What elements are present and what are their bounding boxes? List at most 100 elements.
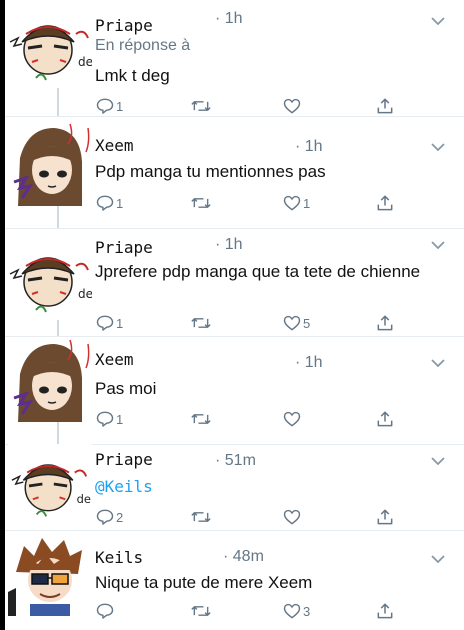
like-button[interactable]: 1 <box>282 192 310 214</box>
heart-icon <box>283 315 301 331</box>
svg-text:de: de <box>77 492 91 506</box>
avatar-image-priape: de <box>8 4 92 88</box>
avatar[interactable] <box>8 122 92 206</box>
reply-to-label: En réponse à <box>95 37 191 54</box>
tweet-time[interactable]: · 1h <box>215 236 243 254</box>
tweet[interactable]: Xeem · 1h Pdp manga tu mentionnes pas 1 … <box>5 116 464 229</box>
reply-count: 1 <box>116 411 124 427</box>
reply-count: 2 <box>116 509 124 525</box>
chevron-down-icon[interactable] <box>430 554 446 564</box>
tweet[interactable]: de Priape · 1h Jprefere pdp manga que ta… <box>5 228 464 337</box>
share-icon <box>377 411 393 427</box>
share-icon <box>377 98 393 114</box>
like-button[interactable]: 5 <box>282 312 310 334</box>
chevron-down-icon[interactable] <box>430 142 446 152</box>
retweet-button[interactable] <box>190 312 213 334</box>
like-count: 1 <box>303 195 311 211</box>
like-button[interactable] <box>282 95 303 117</box>
share-button[interactable] <box>375 95 395 117</box>
retweet-icon <box>191 606 211 616</box>
tweet-actions: 1 5 <box>95 312 395 334</box>
author-name[interactable]: Priape <box>95 238 153 257</box>
author-name[interactable]: Keils <box>95 548 143 567</box>
author-name[interactable]: Xeem <box>95 350 134 369</box>
reply-button[interactable]: 1 <box>95 192 123 214</box>
share-button[interactable] <box>375 600 395 622</box>
like-count: 5 <box>303 315 311 331</box>
author-name[interactable]: Xeem <box>95 136 134 155</box>
avatar-image-priape: de <box>10 444 91 524</box>
tweet-time[interactable]: · 1h <box>295 354 323 372</box>
share-button[interactable] <box>375 312 395 334</box>
tweet[interactable]: Xeem · 1h Pas moi 1 <box>5 336 464 445</box>
retweet-icon <box>191 198 211 208</box>
reply-button[interactable]: 1 <box>95 408 123 430</box>
tweet-actions: 1 <box>95 408 395 430</box>
avatar[interactable]: de <box>8 444 92 524</box>
retweet-icon <box>191 414 211 424</box>
share-icon <box>377 603 393 619</box>
retweet-icon <box>191 512 211 522</box>
avatar-image-xeem <box>8 338 92 422</box>
tweet-actions: 1 <box>95 95 395 117</box>
reply-button[interactable]: 1 <box>95 95 123 117</box>
tweet-text: Nique ta pute de mere Xeem <box>95 573 313 592</box>
tweet-text: Jprefere pdp manga que ta tete de chienn… <box>95 262 421 281</box>
author-name[interactable]: Priape <box>95 16 153 35</box>
reply-icon <box>96 98 114 114</box>
share-button[interactable] <box>375 192 395 214</box>
reply-icon <box>96 603 114 619</box>
share-icon <box>377 315 393 331</box>
avatar[interactable] <box>8 338 92 422</box>
tweet-time[interactable]: · 51m <box>215 452 256 470</box>
tweet[interactable]: de Priape · 51m @Keils 2 <box>5 444 464 531</box>
tweet-time[interactable]: · 48m <box>223 548 264 566</box>
tweet[interactable]: Keils · 48m Nique ta pute de mere Xeem 3 <box>5 530 464 630</box>
heart-icon <box>283 411 301 427</box>
share-icon <box>377 195 393 211</box>
avatar-image-xeem <box>8 122 92 206</box>
avatar[interactable]: de <box>8 4 92 88</box>
chevron-down-icon[interactable] <box>430 456 446 466</box>
retweet-button[interactable] <box>190 408 213 430</box>
like-button[interactable] <box>282 506 303 528</box>
reply-button[interactable]: 2 <box>95 506 123 528</box>
avatar[interactable]: de <box>8 236 92 320</box>
reply-button[interactable] <box>95 600 116 622</box>
chevron-down-icon[interactable] <box>430 16 446 26</box>
tweet-time[interactable]: · 1h <box>215 10 243 28</box>
author-name[interactable]: Priape <box>95 450 153 469</box>
reply-button[interactable]: 1 <box>95 312 123 334</box>
heart-icon <box>283 98 301 114</box>
reply-count: 1 <box>116 98 124 114</box>
share-button[interactable] <box>375 506 395 528</box>
tweet-actions: 3 <box>95 600 395 622</box>
tweet[interactable]: de Priape · 1h En réponse à Lmk t deg 1 <box>5 0 464 117</box>
tweet-time[interactable]: · 1h <box>295 138 323 156</box>
mention-link[interactable]: @Keils <box>95 476 445 498</box>
share-button[interactable] <box>375 408 395 430</box>
reply-icon <box>96 509 114 525</box>
retweet-icon <box>191 318 211 328</box>
retweet-button[interactable] <box>190 600 213 622</box>
reply-count: 1 <box>116 195 124 211</box>
retweet-button[interactable] <box>190 192 213 214</box>
like-button[interactable] <box>282 408 303 430</box>
retweet-button[interactable] <box>190 95 213 117</box>
retweet-icon <box>191 101 211 111</box>
retweet-button[interactable] <box>190 506 213 528</box>
chevron-down-icon[interactable] <box>430 240 446 250</box>
tweet-text: Lmk t deg <box>95 66 170 85</box>
reply-icon <box>96 411 114 427</box>
heart-icon <box>283 509 301 525</box>
heart-icon <box>283 195 301 211</box>
reply-icon <box>96 315 114 331</box>
avatar[interactable] <box>8 532 92 616</box>
share-icon <box>377 509 393 525</box>
like-count: 3 <box>303 603 311 619</box>
svg-text:de: de <box>78 55 92 69</box>
tweet-text: Pas moi <box>95 379 157 398</box>
like-button[interactable]: 3 <box>282 600 310 622</box>
heart-icon <box>283 603 301 619</box>
chevron-down-icon[interactable] <box>430 358 446 368</box>
